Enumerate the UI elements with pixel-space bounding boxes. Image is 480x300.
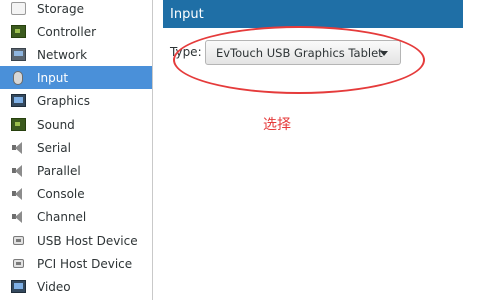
sidebar-item-label: USB Host Device (37, 233, 138, 248)
monitor-icon (11, 280, 26, 293)
sidebar-item-channel[interactable]: Channel (0, 205, 152, 228)
sidebar-item-label: Storage (37, 1, 84, 16)
sound-card-icon (11, 118, 26, 131)
type-label: Type: (170, 45, 202, 59)
sidebar-item-label: Sound (37, 117, 75, 132)
usb-icon (11, 234, 26, 247)
sidebar-item-label: Graphics (37, 93, 90, 108)
sidebar-item-label: Console (37, 186, 85, 201)
sidebar-item-video[interactable]: Video (0, 275, 152, 298)
controller-icon (11, 25, 26, 38)
sidebar-item-label: Channel (37, 209, 87, 224)
sidebar-item-controller[interactable]: Controller (0, 20, 152, 43)
sidebar-item-usb-host-device[interactable]: USB Host Device (0, 229, 152, 252)
speaker-icon (11, 164, 26, 177)
mouse-icon (13, 70, 23, 85)
input-type-value: EvTouch USB Graphics Tablet (216, 45, 383, 60)
sidebar-item-label: Input (37, 70, 69, 85)
speaker-icon (11, 187, 26, 200)
input-type-dropdown[interactable]: EvTouch USB Graphics Tablet (205, 40, 401, 65)
sidebar-item-serial[interactable]: Serial (0, 136, 152, 159)
monitor-icon (11, 94, 26, 107)
sidebar-item-label: PCI Host Device (37, 256, 133, 271)
speaker-icon (11, 210, 26, 223)
usb-icon (11, 257, 26, 270)
chevron-down-icon (380, 51, 388, 56)
sidebar-item-label: Video (37, 279, 71, 294)
sidebar-item-label: Network (37, 47, 88, 62)
annotation-text: 选择 (263, 117, 291, 133)
sidebar-item-label: Serial (37, 140, 71, 155)
sidebar-item-pci-host-device[interactable]: PCI Host Device (0, 252, 152, 275)
network-icon (11, 48, 26, 61)
sidebar-item-console[interactable]: Console (0, 182, 152, 205)
sidebar-item-input[interactable]: Input (0, 66, 152, 89)
speaker-icon (11, 141, 26, 154)
sidebar-item-sound[interactable]: Sound (0, 113, 152, 136)
storage-icon (11, 2, 26, 15)
sidebar-item-graphics[interactable]: Graphics (0, 89, 152, 112)
device-sidebar: Storage Controller Network Input Graphic… (0, 0, 153, 300)
sidebar-item-parallel[interactable]: Parallel (0, 159, 152, 182)
sidebar-item-label: Controller (37, 24, 97, 39)
page-title: Input (163, 0, 463, 28)
sidebar-item-network[interactable]: Network (0, 43, 152, 66)
sidebar-item-label: Parallel (37, 163, 81, 178)
sidebar-item-storage[interactable]: Storage (0, 0, 152, 20)
